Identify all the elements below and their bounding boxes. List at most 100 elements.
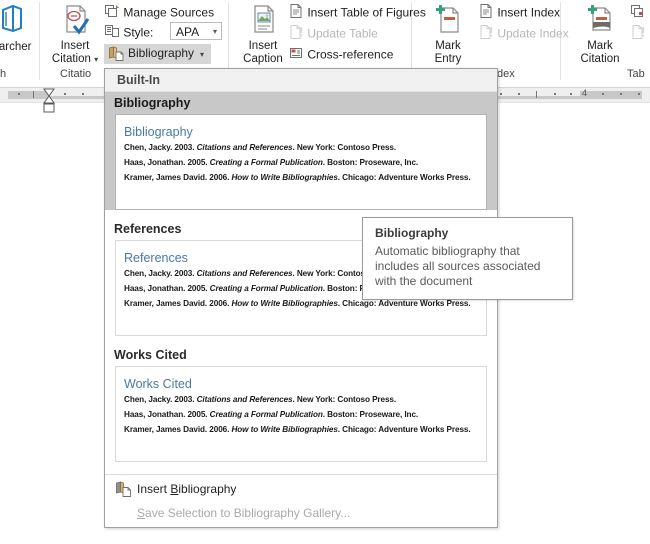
cross-reference-icon bbox=[288, 45, 304, 64]
entry-title: Creating a Formal Publication bbox=[209, 284, 323, 293]
ruler-tick bbox=[518, 93, 520, 95]
label-before: Insert bbox=[137, 482, 171, 496]
entry-pre: Kramer, James David. 2006. bbox=[124, 425, 232, 434]
chevron-down-icon[interactable]: ▾ bbox=[94, 55, 98, 64]
mark-entry-label-1: Mark bbox=[435, 40, 461, 52]
mark-citation-label-1: Mark bbox=[587, 40, 613, 52]
insert-bibliography-label: Insert Bibliography bbox=[137, 482, 236, 496]
style-combobox[interactable]: APA ▾ bbox=[170, 22, 222, 40]
save-selection-menu-item: Save Selection to Bibliography Gallery..… bbox=[105, 501, 497, 527]
table-of-authorities-icon bbox=[630, 3, 646, 22]
update-index-icon bbox=[478, 24, 494, 43]
preview-entry: Chen, Jacky. 2003. Citations and Referen… bbox=[124, 395, 478, 405]
entry-pre: Haas, Jonathan. 2005. bbox=[124, 284, 210, 293]
entry-title: How to Write Bibliographies bbox=[231, 173, 338, 182]
group-label-research: h bbox=[0, 68, 7, 80]
mark-citation-label-2: Citation bbox=[580, 53, 620, 65]
ruler-tick bbox=[18, 93, 20, 95]
group-label-index: dex bbox=[497, 68, 515, 80]
entry-post: . Boston: Proseware, Inc. bbox=[322, 410, 419, 419]
gallery-item-title: Works Cited bbox=[114, 348, 187, 362]
researcher-button[interactable]: earcher bbox=[0, 4, 42, 54]
manage-sources-icon bbox=[104, 3, 120, 22]
update-index-button: Update Index bbox=[478, 24, 569, 43]
bibliography-button[interactable]: Bibliography ▾ bbox=[104, 44, 211, 64]
gallery-item-bibliography[interactable]: Bibliography Bibliography Chen, Jacky. 2… bbox=[105, 92, 497, 210]
mark-citation-button[interactable]: Mark Citation bbox=[570, 4, 630, 66]
entry-post: . Chicago: Adventure Works Press. bbox=[337, 425, 471, 434]
insert-index-label: Insert Index bbox=[497, 5, 561, 20]
style-list-icon bbox=[104, 23, 120, 42]
preview-heading: Bibliography bbox=[124, 125, 193, 139]
label-after: ave Selection to Bibliography Gallery... bbox=[145, 506, 351, 520]
save-selection-label: Save Selection to Bibliography Gallery..… bbox=[137, 506, 350, 520]
gallery-item-works-cited[interactable]: Works Cited Works Cited Chen, Jacky. 200… bbox=[105, 344, 497, 462]
ruler-tick bbox=[536, 91, 537, 98]
update-table-label: Update Table bbox=[307, 26, 378, 41]
update-table-icon bbox=[288, 24, 304, 43]
gallery-section-header: Built-In bbox=[105, 69, 497, 92]
manage-sources-button[interactable]: Manage Sources bbox=[104, 3, 214, 22]
mark-entry-button[interactable]: Mark Entry bbox=[418, 4, 478, 66]
entry-pre: Chen, Jacky. 2003. bbox=[124, 395, 197, 404]
entry-title: Citations and References bbox=[196, 395, 293, 404]
insert-citation-button[interactable]: Insert Citation ▾ bbox=[45, 4, 105, 66]
gallery-item-preview: Works Cited Chen, Jacky. 2003. Citations… bbox=[115, 366, 487, 462]
insert-citation-label-1: Insert bbox=[60, 40, 90, 52]
insert-bibliography-menu-item[interactable]: Insert Bibliography bbox=[105, 477, 497, 503]
entry-pre: Kramer, James David. 2006. bbox=[124, 173, 232, 182]
gallery-item-preview: Bibliography Chen, Jacky. 2003. Citation… bbox=[115, 114, 487, 210]
entry-title: Citations and References bbox=[196, 269, 293, 278]
entry-pre: Chen, Jacky. 2003. bbox=[124, 269, 197, 278]
ruler-tick bbox=[638, 93, 640, 95]
bibliography-tooltip: Bibliography Automatic bibliography that… bbox=[362, 217, 573, 300]
insert-caption-label-2: Caption bbox=[243, 53, 283, 65]
entry-title: How to Write Bibliographies bbox=[231, 299, 338, 308]
cross-reference-button[interactable]: Cross-reference bbox=[288, 45, 393, 64]
group-label-authorities: Tab bbox=[627, 68, 645, 80]
citation-page-icon bbox=[60, 4, 90, 39]
update-table-button: Update Table bbox=[288, 24, 378, 43]
style-label: Style: bbox=[123, 25, 154, 40]
gallery-item-title: Bibliography bbox=[114, 96, 191, 110]
ruler-tick bbox=[33, 91, 34, 98]
chevron-down-icon[interactable]: ▾ bbox=[213, 27, 217, 36]
insert-table-of-figures-button[interactable]: Insert Table of Figures bbox=[288, 3, 426, 22]
preview-entry: Kramer, James David. 2006. How to Write … bbox=[124, 425, 478, 435]
bibliography-button-label: Bibliography bbox=[128, 46, 195, 60]
ruler-tick bbox=[620, 93, 622, 95]
entry-title: Creating a Formal Publication bbox=[209, 158, 323, 167]
entry-pre: Chen, Jacky. 2003. bbox=[124, 143, 197, 152]
insert-citation-label-2-text: Citation bbox=[51, 53, 91, 65]
entry-post: . Boston: Proseware, Inc. bbox=[322, 158, 419, 167]
ruler-number: 4 bbox=[582, 88, 588, 98]
tooltip-body: Automatic bibliography that includes all… bbox=[375, 244, 541, 288]
cross-reference-label: Cross-reference bbox=[307, 47, 394, 62]
chevron-down-icon[interactable]: ▾ bbox=[200, 50, 204, 59]
gallery-section-header-label: Built-In bbox=[117, 73, 161, 87]
book-icon bbox=[0, 4, 27, 39]
preview-entry: Kramer, James David. 2006. How to Write … bbox=[124, 299, 478, 309]
preview-entry: Haas, Jonathan. 2005. Creating a Formal … bbox=[124, 410, 478, 420]
tooltip-title: Bibliography bbox=[375, 226, 449, 240]
style-row: Style: bbox=[104, 23, 153, 42]
ruler-tick bbox=[570, 93, 572, 95]
researcher-label: earcher bbox=[0, 41, 32, 53]
insert-index-button[interactable]: Insert Index bbox=[478, 3, 560, 22]
insert-table-of-authorities-button[interactable] bbox=[630, 3, 646, 22]
insert-caption-button[interactable]: Insert Caption bbox=[233, 4, 293, 66]
ruler-tick bbox=[64, 93, 66, 95]
style-value: APA bbox=[176, 25, 200, 39]
entry-title: Citations and References bbox=[196, 143, 293, 152]
preview-entry: Chen, Jacky. 2003. Citations and Referen… bbox=[124, 143, 478, 153]
label-after: ibliography bbox=[178, 482, 237, 496]
insert-table-of-figures-label: Insert Table of Figures bbox=[307, 5, 426, 20]
entry-pre: Haas, Jonathan. 2005. bbox=[124, 410, 210, 419]
ruler-tick bbox=[82, 93, 84, 95]
insert-caption-label-1: Insert bbox=[248, 40, 278, 52]
entry-post: . New York: Contoso Press. bbox=[292, 395, 397, 404]
mark-citation-icon bbox=[583, 4, 617, 39]
update-table-of-authorities-button bbox=[630, 24, 646, 43]
indent-marker[interactable] bbox=[42, 88, 56, 117]
entry-pre: Kramer, James David. 2006. bbox=[124, 299, 232, 308]
